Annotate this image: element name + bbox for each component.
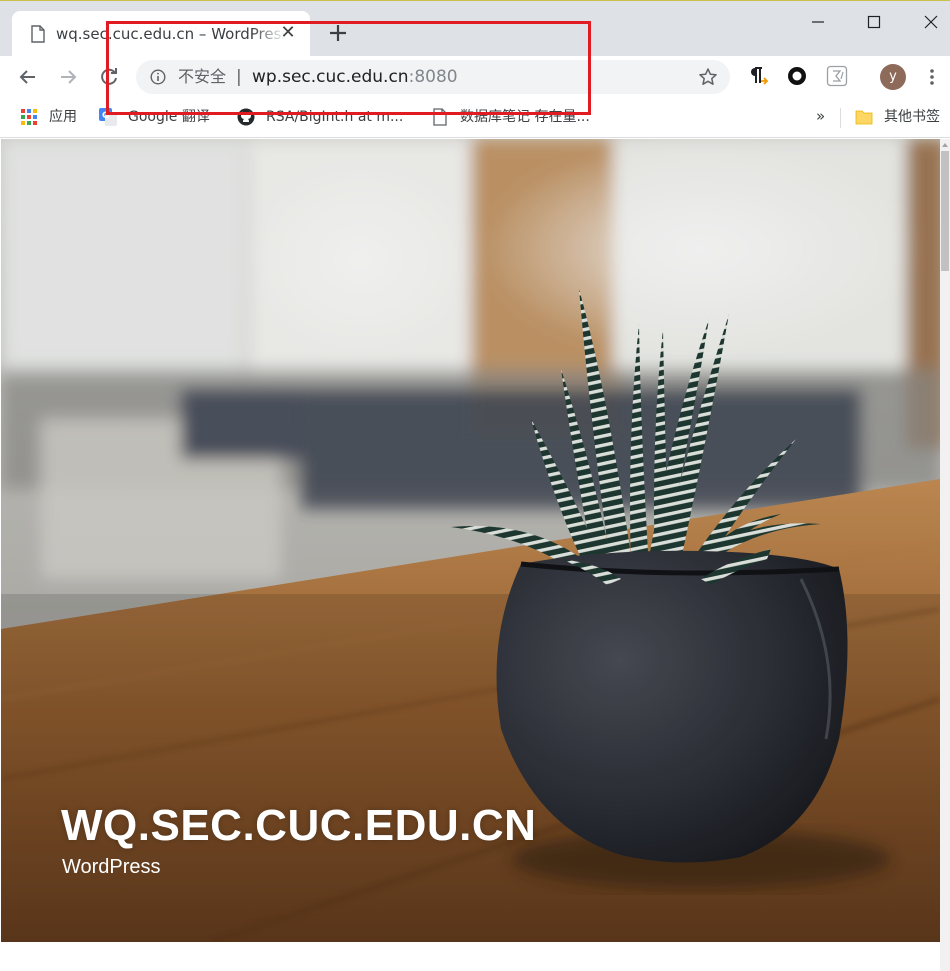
page-viewport: WQ.SEC.CUC.EDU.CN WordPress [0, 139, 940, 971]
browser-toolbar: 不安全 | wp.sec.cuc.edu.cn:8080 y [0, 56, 950, 98]
page-content-start [0, 942, 940, 971]
github-icon [237, 108, 255, 126]
avatar[interactable]: y [880, 64, 906, 90]
back-icon[interactable] [15, 64, 41, 90]
site-tagline: WordPress [62, 856, 161, 878]
url-text[interactable]: wp.sec.cuc.edu.cn:8080 [252, 67, 458, 87]
scroll-up-arrow-icon[interactable] [942, 143, 948, 147]
sigma-extension-icon[interactable] [826, 65, 848, 87]
circle-extension-icon[interactable] [786, 65, 808, 87]
close-window-icon[interactable] [916, 7, 946, 37]
bookmark-label: 数据库笔记 存在量... [460, 109, 590, 125]
google-translate-icon: G [99, 108, 117, 126]
tab-title: wq.sec.cuc.edu.cn – WordPress [56, 25, 286, 43]
menu-icon[interactable] [924, 65, 940, 89]
reload-icon[interactable] [96, 64, 122, 90]
bookmarks-divider [840, 108, 841, 128]
folder-icon [855, 110, 873, 125]
apps-grid-icon [21, 109, 37, 125]
minimize-icon[interactable] [803, 7, 833, 37]
bookmark-label: 其他书签 [884, 109, 940, 125]
page-icon [31, 25, 45, 43]
vertical-scrollbar[interactable] [940, 139, 950, 971]
header-image: WQ.SEC.CUC.EDU.CN WordPress [1, 139, 940, 942]
bookmark-label: RSA/BigInt.h at m... [266, 109, 404, 125]
maximize-icon[interactable] [859, 7, 889, 37]
close-tab-icon[interactable]: ✕ [278, 23, 298, 43]
star-icon[interactable] [698, 67, 718, 87]
scrollbar-thumb[interactable] [941, 151, 949, 271]
site-title[interactable]: WQ.SEC.CUC.EDU.CN [61, 801, 536, 851]
bookmark-label: 应用 [49, 109, 77, 125]
forward-icon[interactable] [55, 64, 81, 90]
address-bar[interactable]: 不安全 | wp.sec.cuc.edu.cn:8080 [136, 60, 730, 94]
tab-strip: wq.sec.cuc.edu.cn – WordPress ✕ [0, 0, 950, 57]
bookmarks-bar: 应用 G Google 翻译 RSA/BigInt.h at m... 数据库笔… [0, 98, 950, 138]
tab-wordpress[interactable]: wq.sec.cuc.edu.cn – WordPress ✕ [12, 11, 310, 57]
url-host: wp.sec.cuc.edu.cn [252, 67, 409, 87]
bookmarks-overflow-button[interactable]: » [816, 106, 825, 126]
security-label: 不安全 [178, 67, 227, 86]
pilcrow-extension-icon[interactable] [746, 65, 768, 87]
svg-text:G: G [102, 111, 109, 121]
browser-window: wq.sec.cuc.edu.cn – WordPress ✕ 不安全 | wp… [0, 0, 950, 971]
info-icon[interactable] [150, 69, 166, 85]
new-tab-icon[interactable] [326, 21, 350, 45]
bookmark-label: Google 翻译 [128, 109, 210, 125]
page-icon [433, 108, 447, 126]
url-separator: | [236, 67, 242, 87]
url-port: :8080 [408, 67, 458, 87]
